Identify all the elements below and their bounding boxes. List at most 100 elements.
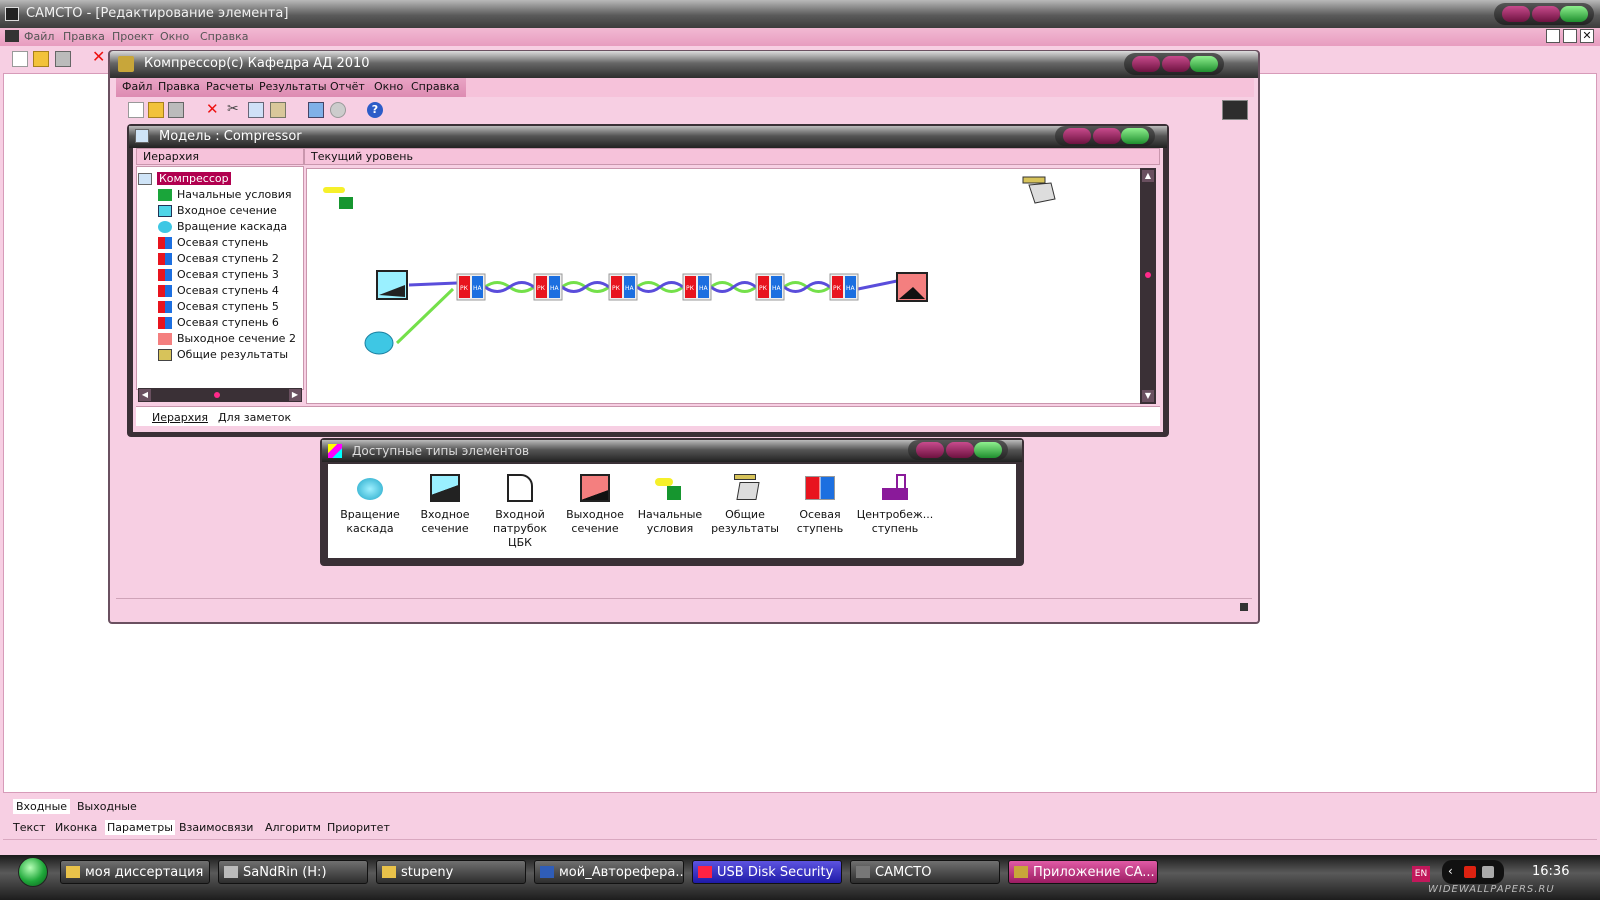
tab-priority[interactable]: Приоритет bbox=[327, 820, 390, 835]
app-menu-file[interactable]: Файл bbox=[24, 28, 54, 46]
print-icon[interactable] bbox=[55, 51, 71, 67]
taskbar-item-usb-security[interactable]: USB Disk Security bbox=[692, 860, 842, 884]
open-folder-icon[interactable] bbox=[33, 51, 49, 67]
maximize-button[interactable] bbox=[1532, 6, 1560, 22]
tab-text[interactable]: Текст bbox=[13, 820, 46, 835]
help-icon[interactable]: ? bbox=[367, 102, 383, 118]
minimize-button[interactable] bbox=[1502, 6, 1530, 22]
tab-hierarchy[interactable]: Иерархия bbox=[152, 410, 208, 425]
taskbar-item-word-doc[interactable]: мой_Автореферa... bbox=[534, 860, 684, 884]
close-button[interactable] bbox=[1560, 6, 1588, 22]
palette-maximize-button[interactable] bbox=[946, 442, 974, 458]
results-node[interactable] bbox=[1022, 176, 1046, 184]
menu-report[interactable]: Отчёт bbox=[330, 78, 365, 96]
scroll-thumb[interactable] bbox=[214, 392, 220, 398]
language-indicator[interactable]: EN bbox=[1412, 866, 1430, 882]
taskbar-item-app[interactable]: Приложение CA... bbox=[1008, 860, 1158, 884]
tab-icon[interactable]: Иконка bbox=[55, 820, 97, 835]
tree-horizontal-scrollbar[interactable]: ◀ ▶ bbox=[138, 388, 302, 402]
tab-outputs[interactable]: Выходные bbox=[77, 799, 137, 814]
initial-conditions-node[interactable] bbox=[323, 187, 345, 193]
tree-item[interactable]: Входное сечение bbox=[158, 203, 277, 219]
tree-item[interactable]: Общие результаты bbox=[158, 347, 288, 363]
calculate-icon[interactable] bbox=[308, 102, 324, 118]
mdi-minimize-icon[interactable] bbox=[1546, 29, 1560, 43]
tab-inputs[interactable]: Входные bbox=[13, 799, 71, 814]
palette-close-button[interactable] bbox=[974, 442, 1002, 458]
save-icon[interactable] bbox=[168, 102, 184, 118]
menu-window[interactable]: Окно bbox=[374, 78, 403, 96]
tree-item[interactable]: Осевая ступень 3 bbox=[158, 267, 279, 283]
palette-item-inlet-section[interactable]: Входное сечение bbox=[405, 474, 485, 536]
scroll-thumb[interactable] bbox=[1145, 272, 1151, 278]
scroll-down-icon[interactable]: ▼ bbox=[1142, 390, 1154, 402]
tree-item[interactable]: Выходное сечение 2 bbox=[158, 331, 296, 347]
menu-results[interactable]: Результаты bbox=[259, 78, 327, 96]
mdi-close-icon[interactable]: ✕ bbox=[1580, 29, 1594, 43]
tab-algorithm[interactable]: Алгоритм bbox=[265, 820, 321, 835]
tab-relations[interactable]: Взаимосвязи bbox=[179, 820, 253, 835]
palette-item-centrifugal-stage[interactable]: Центробеж... ступень bbox=[855, 474, 935, 536]
palette-item-axial-stage[interactable]: Осевая ступень bbox=[780, 474, 860, 536]
new-file-icon[interactable] bbox=[12, 51, 28, 67]
new-icon[interactable] bbox=[128, 102, 144, 118]
scroll-left-icon[interactable]: ◀ bbox=[139, 389, 151, 401]
tree-item[interactable]: Осевая ступень 2 bbox=[158, 251, 279, 267]
tray-network-icon[interactable] bbox=[1482, 866, 1494, 878]
clock[interactable]: 16:36 bbox=[1532, 862, 1578, 882]
menu-file[interactable]: Файл bbox=[122, 78, 152, 96]
cut-icon[interactable]: ✂ bbox=[227, 101, 243, 117]
taskbar-item-folder-dissertation[interactable]: моя диссертация bbox=[60, 860, 210, 884]
taskbar-item-drive[interactable]: SaNdRin (H:) bbox=[218, 860, 368, 884]
menu-calc[interactable]: Расчеты bbox=[206, 78, 254, 96]
model-maximize-button[interactable] bbox=[1093, 128, 1121, 144]
rotation-node[interactable] bbox=[364, 331, 394, 355]
scroll-up-icon[interactable]: ▲ bbox=[1142, 170, 1154, 182]
tree-item[interactable]: Начальные условия bbox=[158, 187, 291, 203]
open-icon[interactable] bbox=[148, 102, 164, 118]
model-close-button[interactable] bbox=[1121, 128, 1149, 144]
palette-item-initial-conditions[interactable]: Начальные условия bbox=[630, 474, 710, 536]
tree-item[interactable]: Осевая ступень 4 bbox=[158, 283, 279, 299]
inner-maximize-button[interactable] bbox=[1162, 56, 1190, 72]
tree-item[interactable]: Осевая ступень 5 bbox=[158, 299, 279, 315]
taskbar-item-folder-stupeny[interactable]: stupeny bbox=[376, 860, 526, 884]
tree-item[interactable]: Вращение каскада bbox=[158, 219, 287, 235]
tree-root[interactable]: Компрессор bbox=[138, 171, 231, 187]
app-menu-window[interactable]: Окно bbox=[160, 28, 189, 46]
mdi-restore-icon[interactable] bbox=[1563, 29, 1577, 43]
inner-minimize-button[interactable] bbox=[1132, 56, 1160, 72]
inner-close-button[interactable] bbox=[1190, 56, 1218, 72]
tray-expand-icon[interactable]: ‹ bbox=[1448, 864, 1453, 878]
tree-item[interactable]: Осевая ступень bbox=[158, 235, 268, 251]
app-menu-help[interactable]: Справка bbox=[200, 28, 248, 46]
delete-icon[interactable]: ✕ bbox=[92, 49, 108, 65]
scroll-right-icon[interactable]: ▶ bbox=[289, 389, 301, 401]
delete-icon[interactable]: ✕ bbox=[206, 101, 222, 117]
model-diagram[interactable]: РК НА РК НА РК НА РК НА РК НА РК НА bbox=[307, 169, 1141, 403]
app-menu-project[interactable]: Проект bbox=[112, 28, 154, 46]
model-minimize-button[interactable] bbox=[1063, 128, 1091, 144]
palette-item-outlet-section[interactable]: Выходное сечение bbox=[555, 474, 635, 536]
palette-item-results[interactable]: Общие результаты bbox=[705, 474, 785, 536]
canvas-vertical-scrollbar[interactable]: ▲ ▼ bbox=[1140, 168, 1156, 404]
tab-notes[interactable]: Для заметок bbox=[218, 410, 291, 425]
resize-grip-icon[interactable] bbox=[1240, 603, 1248, 611]
taskbar-item-camcto[interactable]: CAMCTO bbox=[850, 860, 1000, 884]
tab-parameters[interactable]: Параметры bbox=[105, 820, 175, 835]
stop-icon[interactable] bbox=[330, 102, 346, 118]
tree-item[interactable]: Осевая ступень 6 bbox=[158, 315, 279, 331]
paste-icon[interactable] bbox=[270, 102, 286, 118]
menu-help[interactable]: Справка bbox=[411, 78, 459, 96]
palette-item-inlet-pipe[interactable]: Входной патрубок ЦБК bbox=[480, 474, 560, 550]
menu-edit[interactable]: Правка bbox=[158, 78, 200, 96]
model-canvas[interactable]: РК НА РК НА РК НА РК НА РК НА РК НА bbox=[306, 168, 1142, 404]
hierarchy-tree[interactable]: Компрессор Начальные условия Входное сеч… bbox=[136, 166, 304, 390]
app-mdi-controls[interactable]: ✕ bbox=[1546, 29, 1598, 44]
app-menu-edit[interactable]: Правка bbox=[63, 28, 105, 46]
tray-shield-icon[interactable] bbox=[1464, 866, 1476, 878]
palette-item-rotation[interactable]: Вращение каскада bbox=[330, 474, 410, 536]
palette-minimize-button[interactable] bbox=[916, 442, 944, 458]
copy-icon[interactable] bbox=[248, 102, 264, 118]
start-button[interactable] bbox=[18, 857, 48, 887]
